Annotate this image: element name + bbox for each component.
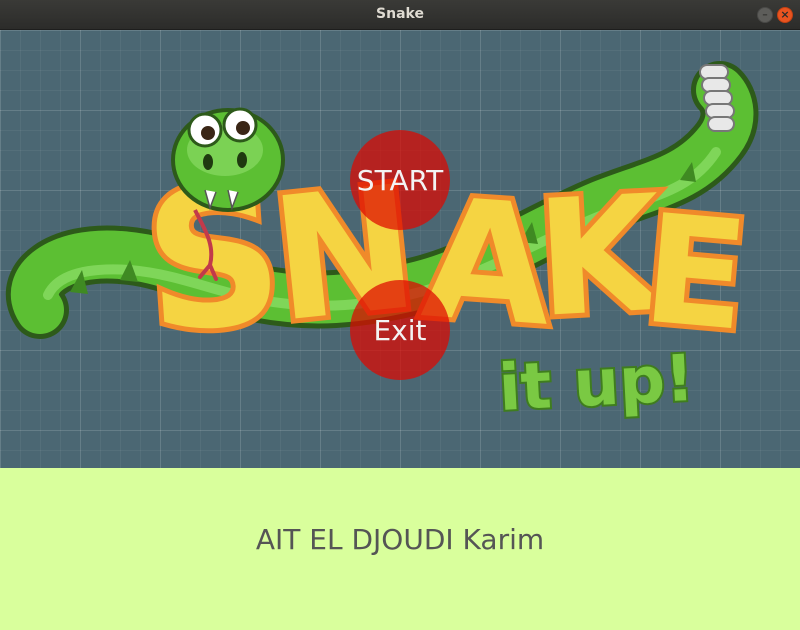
footer-panel: AIT EL DJOUDI Karim	[0, 468, 800, 630]
snake-logo-artwork: S N A K E it up!	[5, 61, 759, 428]
game-canvas: S N A K E it up! START Exit	[0, 30, 800, 468]
close-button[interactable]: ×	[777, 7, 793, 23]
svg-text:E: E	[637, 183, 754, 365]
close-icon: ×	[780, 8, 790, 21]
minimize-icon: –	[762, 8, 768, 21]
minimize-button[interactable]: –	[757, 7, 773, 23]
title-bar[interactable]: Snake – ×	[0, 0, 800, 30]
exit-button[interactable]: Exit	[350, 280, 450, 380]
svg-text:it up!: it up!	[497, 342, 696, 426]
start-button[interactable]: START	[350, 130, 450, 230]
author-name: AIT EL DJOUDI Karim	[255, 523, 545, 556]
window-title: Snake	[376, 6, 424, 22]
tagline-text: it up!	[495, 340, 698, 428]
app-window: Snake – × S N A K E it up! START Exit AI…	[0, 0, 800, 630]
